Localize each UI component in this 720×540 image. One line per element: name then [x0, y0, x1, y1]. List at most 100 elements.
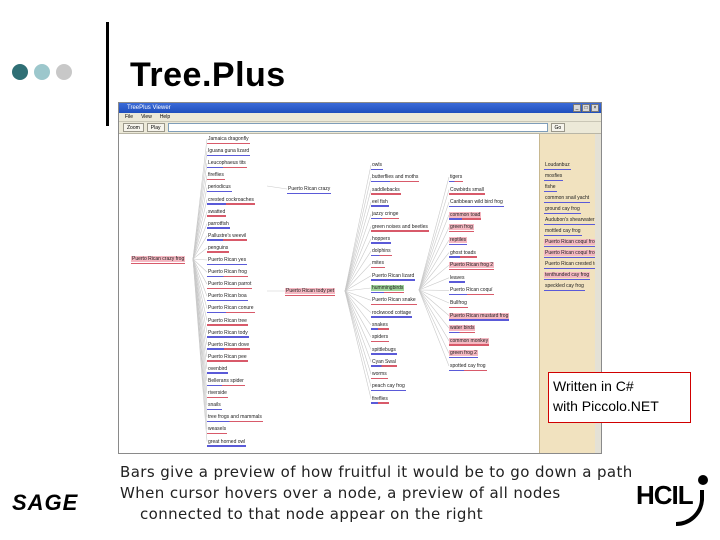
tree-node-col1[interactable]: Puerto Rican tody: [207, 330, 249, 338]
tree-node-col2[interactable]: jazzy cringe: [371, 211, 400, 220]
tree-node-col2[interactable]: rockwood cottage: [371, 310, 413, 318]
tree-node-col2[interactable]: butterflies and moths: [371, 174, 420, 183]
tree-node-col2[interactable]: Puerto Rican lizard: [371, 273, 416, 281]
tree-node-col3[interactable]: spotted cay frog: [449, 363, 487, 371]
tree-node-col2[interactable]: spittlebugs: [371, 347, 397, 355]
tree-node-col1[interactable]: Puerto Rican pee: [207, 354, 248, 362]
tree-node-col1[interactable]: Puerto Rican conure: [207, 305, 255, 314]
title-divider: [106, 22, 109, 126]
tree-node-col3[interactable]: common toad: [449, 211, 482, 220]
maximize-button[interactable]: □: [582, 104, 590, 112]
tree-node-col1[interactable]: Bellerans spider: [207, 378, 245, 386]
close-button[interactable]: ×: [591, 104, 599, 112]
preview-node: Loudanbuz: [544, 162, 571, 170]
tree-node-col1[interactable]: Leucophaeus tits: [207, 160, 247, 169]
tree-node-col2[interactable]: fireflies: [371, 396, 389, 404]
slide-title: Tree.Plus: [130, 56, 286, 94]
edge-hub2-col2: [344, 214, 372, 292]
tree-node-col1[interactable]: Puerto Rican dove: [207, 342, 251, 350]
tree-node-col2[interactable]: Puerto Rican snake: [371, 297, 417, 306]
tree-node-col2[interactable]: peach cay frog: [371, 383, 406, 392]
edge-hub1: [266, 185, 288, 190]
edge-col2-col3: [418, 227, 450, 291]
tree-node-col1[interactable]: snails: [207, 402, 222, 411]
preview-node: speckled cay frog: [544, 283, 585, 291]
tree-node-col2[interactable]: snakes: [371, 322, 389, 330]
tree-hub-node[interactable]: Puerto Rican crazy: [287, 186, 332, 194]
tree-node-col3[interactable]: green frog 2: [449, 350, 478, 359]
tree-node-col1[interactable]: Puerto Rican boa: [207, 293, 248, 302]
menu-help[interactable]: Help: [160, 113, 170, 121]
zoom-button[interactable]: Zoom: [123, 123, 144, 132]
edge-root-col1: [192, 258, 208, 261]
tree-node-col2[interactable]: dolphins: [371, 248, 392, 257]
edge-col2-col3: [418, 239, 450, 291]
minimize-button[interactable]: _: [573, 104, 581, 112]
caption-line-3: connected to that node appear on the rig…: [140, 505, 484, 523]
edge-hub2-col2: [344, 164, 372, 292]
edge-col2-col3: [418, 202, 450, 291]
edge-hub2-col2: [344, 226, 372, 292]
tree-node-col2[interactable]: worms: [371, 371, 388, 380]
tree-node-col1[interactable]: ovenbird: [207, 366, 229, 374]
tree-node-col2[interactable]: Cyan Swal: [371, 359, 397, 367]
tree-node-col3[interactable]: ghost toads: [449, 250, 477, 258]
slide-caption: Bars give a preview of how fruitful it w…: [120, 462, 633, 525]
tree-node-col2[interactable]: spiders: [371, 334, 390, 343]
tree-node-col1[interactable]: periodicus: [207, 184, 232, 193]
tree-node-col1[interactable]: Puerto Rican frog: [207, 269, 248, 278]
menu-file[interactable]: File: [125, 113, 133, 121]
tree-node-col1[interactable]: Jamaica dragonfly: [207, 136, 250, 144]
tree-root-node[interactable]: Puerto Rican crazy frog: [131, 256, 186, 264]
tree-node-col3[interactable]: green frog: [449, 224, 474, 233]
tree-node-col3[interactable]: reptiles: [449, 237, 468, 245]
tree-node-col1[interactable]: great horned owl: [207, 439, 247, 447]
tree-node-col1[interactable]: Puerto Rican tree: [207, 318, 248, 326]
sage-logo: SAGE: [12, 490, 79, 515]
tree-node-col1[interactable]: tree frogs and mammals: [207, 414, 263, 423]
tree-node-col1[interactable]: riverside: [207, 390, 228, 399]
tree-node-col3[interactable]: common monkey: [449, 337, 490, 346]
tree-node-col3[interactable]: tigers: [449, 174, 464, 182]
tree-node-col1[interactable]: penguins: [207, 245, 230, 253]
tree-node-col1[interactable]: Pallustre's weevil: [207, 233, 248, 241]
tree-node-col3[interactable]: water birds: [449, 325, 476, 334]
tree-node-col1[interactable]: Iguana guna lizard: [207, 148, 251, 157]
menu-view[interactable]: View: [141, 113, 152, 121]
tree-node-col1[interactable]: swatted: [207, 209, 227, 217]
tree-node-col3[interactable]: Bullfrog: [449, 300, 468, 308]
tree-node-col3[interactable]: Cowbirds small: [449, 187, 485, 195]
tree-node-col2[interactable]: hummingbirds: [371, 285, 405, 293]
edge-col2-col3: [418, 176, 450, 291]
preview-node: Audubon's shearwater: [544, 217, 596, 225]
tree-node-col3[interactable]: Puerto Rican mustard frog: [449, 312, 510, 321]
hcil-logo: HCIL: [636, 470, 712, 532]
tree-node-col3[interactable]: Caribbean wild bird frog: [449, 199, 504, 208]
tree-node-col2[interactable]: mites: [371, 260, 385, 269]
tree-canvas[interactable]: Puerto Rican crazy frog Jamaica dragonfly…: [119, 134, 539, 453]
play-button[interactable]: Play: [146, 123, 165, 132]
tree-node-col2[interactable]: green noises and beetles: [371, 224, 429, 232]
tree-node-col3[interactable]: leaves: [449, 275, 466, 283]
tree-hub-node-selected[interactable]: Puerto Rican tody pet: [285, 288, 336, 296]
preview-node: mosfies: [544, 173, 564, 181]
tree-node-col1[interactable]: Puerto Rican yes: [207, 257, 248, 265]
callout-line-1: Written in C#: [553, 378, 634, 394]
tree-node-col2[interactable]: owls: [371, 162, 384, 170]
tree-node-col1[interactable]: parrotfish: [207, 221, 230, 229]
caption-line-1: Bars give a preview of how fruitful it w…: [120, 463, 633, 481]
tree-node-col2[interactable]: eel fish: [371, 199, 389, 207]
tree-node-col3[interactable]: Puerto Rican coquí: [449, 287, 494, 296]
tree-node-col1[interactable]: crested cockroaches: [207, 197, 255, 205]
tree-node-col1[interactable]: weasels: [207, 426, 228, 435]
menu-bar: File View Help: [119, 113, 601, 122]
tree-node-col2[interactable]: saddlebacks: [371, 187, 401, 195]
search-input[interactable]: [167, 123, 548, 132]
tree-node-col2[interactable]: hoppers: [371, 236, 392, 244]
edge-hub2-col2: [344, 290, 372, 338]
tree-node-col3[interactable]: Puerto Rican frog 2: [449, 262, 495, 271]
tree-node-col1[interactable]: fireflies: [207, 172, 225, 181]
tree-node-col1[interactable]: Puerto Rican parrot: [207, 281, 253, 290]
edge-col2-col3: [418, 289, 450, 329]
go-button[interactable]: Go: [550, 123, 566, 132]
